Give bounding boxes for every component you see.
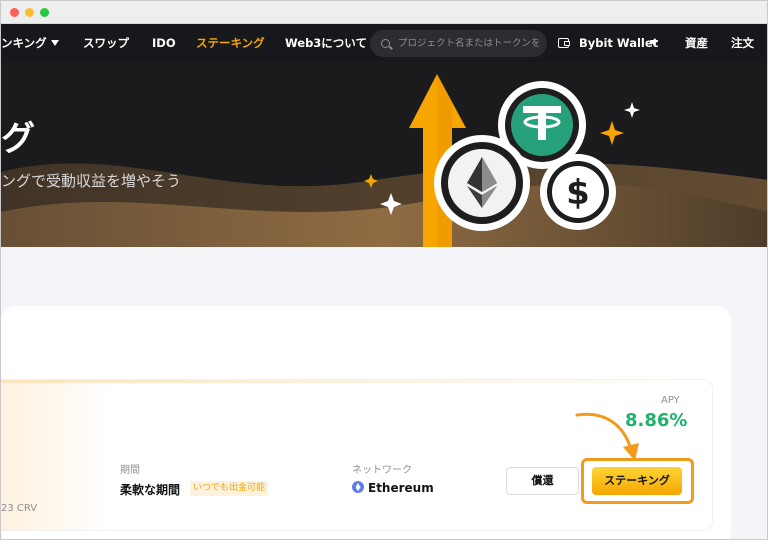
- search-placeholder: プロジェクト名またはトークンを: [398, 38, 541, 49]
- stake-button[interactable]: ステーキング: [592, 467, 682, 495]
- hero-banner: $ グ ングで受動収益を増やそう: [1, 62, 767, 247]
- ethereum-network-icon: [352, 481, 364, 493]
- hero-illustration: $: [1, 74, 767, 247]
- network-label: ネットワーク: [352, 465, 412, 476]
- hero-title: グ: [1, 119, 35, 159]
- nav-assets[interactable]: 資産: [685, 24, 708, 62]
- hero-subtitle: ングで受動収益を増やそう: [1, 172, 182, 190]
- nav-web3-about[interactable]: Web3について: [285, 24, 367, 62]
- dollar-coin-icon: $: [540, 154, 616, 230]
- nav-swap[interactable]: スワップ: [83, 24, 129, 62]
- wallet-dropdown[interactable]: [650, 24, 658, 62]
- close-window-button[interactable]: [10, 8, 19, 17]
- svg-text:$: $: [566, 173, 590, 213]
- nav-staking[interactable]: ステーキング: [196, 24, 265, 62]
- network-value: Ethereum: [368, 481, 434, 495]
- caret-down-icon: [50, 40, 59, 46]
- search-input[interactable]: プロジェクト名またはトークンを: [370, 30, 547, 57]
- caret-down-icon: [650, 40, 658, 46]
- wallet-label: Bybit Wallet: [579, 36, 659, 50]
- wallet-menu[interactable]: Bybit Wallet: [579, 24, 658, 62]
- search-icon: [381, 39, 390, 48]
- window-titlebar: [1, 1, 767, 24]
- top-nav: ンキング スワップ IDO ステーキング Web3について プロジェクト名または…: [1, 24, 767, 62]
- nav-ranking-label: ンキング: [1, 36, 47, 50]
- term-badge: いつでも出金可能: [190, 481, 269, 496]
- term-value: 柔軟な期間: [120, 483, 181, 497]
- redeem-button[interactable]: 償還: [506, 467, 579, 495]
- nav-orders[interactable]: 注文: [731, 24, 754, 62]
- nav-ranking[interactable]: ンキング: [1, 24, 59, 62]
- amount-fragment: 23 CRV: [1, 503, 38, 514]
- nav-ido[interactable]: IDO: [152, 24, 176, 62]
- apy-label: APY: [661, 395, 680, 406]
- browser-window: ンキング スワップ IDO ステーキング Web3について プロジェクト名または…: [0, 0, 768, 540]
- term-label: 期間: [120, 465, 140, 476]
- minimize-window-button[interactable]: [25, 8, 34, 17]
- ethereum-coin-icon: [434, 135, 530, 231]
- wallet-icon: [558, 38, 570, 48]
- maximize-window-button[interactable]: [40, 8, 49, 17]
